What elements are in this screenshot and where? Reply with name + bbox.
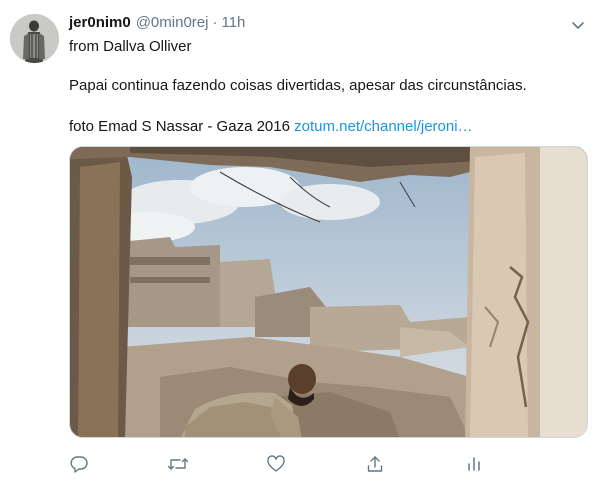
tweet-actions	[69, 450, 588, 478]
tweet-photo[interactable]	[69, 146, 588, 438]
tweet-text-line-1: from Dallva Olliver	[69, 38, 192, 55]
photo-credit-text: foto Emad S Nassar - Gaza 2016	[69, 118, 295, 135]
chevron-down-icon[interactable]	[568, 16, 588, 36]
share-icon	[365, 454, 385, 474]
tweet-text-line-2: Papai continua fazendo coisas divertidas…	[69, 77, 527, 94]
retweet-icon	[167, 454, 189, 474]
tweet-header: jer0nim0 @0min0rej · 11h	[69, 14, 245, 34]
heart-icon	[266, 454, 286, 474]
timestamp[interactable]: 11h	[221, 14, 245, 31]
reply-button[interactable]	[69, 450, 89, 478]
tweet-text-line-3: foto Emad S Nassar - Gaza 2016 zotum.net…	[69, 117, 473, 137]
avatar[interactable]	[10, 14, 59, 63]
like-button[interactable]	[266, 450, 286, 478]
reply-icon	[69, 454, 89, 474]
share-button[interactable]	[365, 450, 385, 478]
user-handle[interactable]: @0min0rej	[136, 14, 209, 31]
separator-dot: ·	[212, 14, 218, 31]
tweet[interactable]: jer0nim0 @0min0rej · 11h from Dallva Oll…	[0, 0, 598, 486]
tweet-link[interactable]: zotum.net/channel/jeroni…	[294, 118, 472, 135]
analytics-icon	[464, 454, 484, 474]
analytics-button[interactable]	[464, 450, 484, 478]
display-name[interactable]: jer0nim0	[69, 14, 131, 31]
retweet-button[interactable]	[167, 450, 189, 478]
